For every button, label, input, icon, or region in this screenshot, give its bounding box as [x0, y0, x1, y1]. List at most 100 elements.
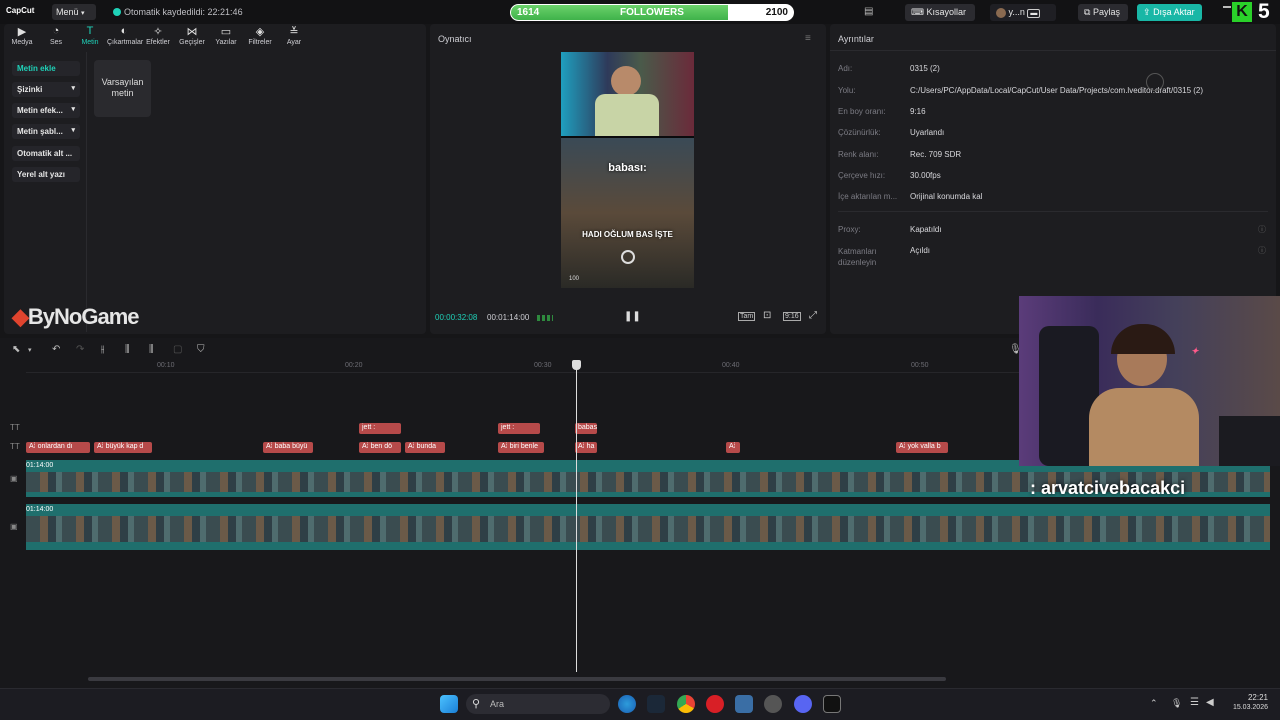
playhead[interactable]	[576, 364, 577, 672]
video-track-2[interactable]: 01:14:00	[26, 504, 1270, 550]
detail-value-framerate: 30.00fps	[910, 171, 941, 180]
chevron-down-icon[interactable]: ▾	[28, 346, 32, 354]
split-icon[interactable]: ⫲	[101, 344, 104, 355]
sidebar-item-auto-captions[interactable]: Otomatik alt ...	[12, 146, 80, 161]
player-menu-icon[interactable]: ≡	[805, 33, 811, 44]
delete-icon[interactable]: ▢	[173, 344, 182, 355]
chrome-icon[interactable]	[677, 695, 695, 713]
app-logo: CapCut	[6, 6, 35, 15]
caption-clip-label: ben dö	[370, 443, 392, 450]
detail-value-colorspace: Rec. 709 SDR	[910, 150, 962, 159]
microphone-icon[interactable]: 🎙	[1171, 698, 1182, 709]
tab-captions[interactable]: ▭ Yazılar	[209, 25, 243, 46]
sidebar-item-text-templates[interactable]: Metin şabl... ▾	[12, 124, 80, 139]
detail-value-proxy[interactable]: Kapatıldı	[910, 225, 942, 234]
clock-time[interactable]: 22:21	[1236, 693, 1268, 702]
select-tool-icon[interactable]: ⬉	[12, 344, 20, 355]
sidebar-item-mine[interactable]: Şizinki ▾	[12, 82, 80, 97]
caption-clip[interactable]: jett :	[359, 423, 401, 434]
caption-clip[interactable]: A⁞ ben dö	[359, 442, 401, 453]
detail-value-layers[interactable]: Açıldı	[910, 246, 930, 255]
expand-icon[interactable]: ⤢	[809, 310, 817, 321]
shield-icon[interactable]: ⛉	[197, 344, 205, 355]
layout-icon[interactable]: ▤	[864, 6, 873, 17]
menu-button[interactable]: Menü ▾	[52, 4, 96, 20]
tab-sticker[interactable]: ◐ Çıkartmalar	[107, 25, 144, 46]
caption-clip-label: baba büyü	[274, 443, 308, 450]
total-time: 00:01:14:00	[487, 313, 530, 322]
caption-clip[interactable]: jett :	[498, 423, 540, 434]
shortcuts-button[interactable]: ⌨ Kısayollar	[905, 4, 975, 21]
keyboard-icon: ⌨	[911, 7, 924, 17]
sidebar-item-text-add[interactable]: Metin ekle	[12, 61, 80, 76]
speaker-icon[interactable]: ◀	[1206, 697, 1214, 708]
tab-media[interactable]: ▶ Medya	[5, 25, 39, 46]
obs-icon[interactable]	[764, 695, 782, 713]
info-icon[interactable]: ⓘ	[1258, 224, 1266, 235]
tab-label: Medya	[11, 39, 33, 46]
app-icon[interactable]	[735, 695, 753, 713]
caption-clip[interactable]: A⁞ büyük kap d	[94, 442, 152, 453]
detail-value-aspect: 9:16	[910, 107, 926, 116]
sidebar-item-label: Yerel alt yazı	[17, 170, 66, 179]
ruler-tick: 00:10	[157, 362, 175, 369]
caption-clip[interactable]: A⁞ ha	[575, 442, 597, 453]
corner-number: 5	[1258, 0, 1270, 23]
caption-clip[interactable]: A⁞ onlardan dı	[26, 442, 90, 453]
split-right-icon[interactable]: ⫼	[149, 344, 154, 355]
playhead-handle-icon[interactable]	[572, 360, 581, 370]
sidebar-item-text-effects[interactable]: Metin efek... ▾	[12, 103, 80, 118]
pause-icon[interactable]: ❚❚	[624, 311, 641, 322]
capcut-icon[interactable]	[823, 695, 841, 713]
tab-label: Çıkartmalar	[107, 39, 144, 46]
export-label: Dışa Aktar	[1153, 7, 1195, 17]
fullscreen-label-button[interactable]: Tam	[738, 312, 756, 321]
tab-filters[interactable]: ◈ Filtreler	[243, 25, 277, 46]
sidebar-item-local-captions[interactable]: Yerel alt yazı	[12, 167, 80, 182]
tab-adjust[interactable]: ≚ Ayar	[277, 25, 311, 46]
steam-icon[interactable]	[647, 695, 665, 713]
discord-icon[interactable]	[794, 695, 812, 713]
user-account-button[interactable]: y...n ▬	[990, 4, 1056, 21]
edge-browser-icon[interactable]	[618, 695, 636, 713]
caption-clip[interactable]: A⁞ bunda	[405, 442, 445, 453]
loading-spinner-icon	[1146, 73, 1164, 91]
caption-clip[interactable]: A⁞	[726, 442, 740, 453]
info-icon[interactable]: ⓘ	[1258, 245, 1266, 256]
crosshair-icon	[621, 250, 635, 264]
caption-clip[interactable]: A⁞ biri benle	[498, 442, 544, 453]
screenshot-icon[interactable]: ⊡	[763, 310, 771, 321]
tab-transitions[interactable]: ⋈ Geçişler	[175, 25, 209, 46]
taskbar-search[interactable]: ⚲ Ara	[466, 694, 610, 714]
minimize-icon[interactable]	[1223, 6, 1231, 8]
undo-icon[interactable]: ↶	[52, 344, 60, 355]
panel-divider	[86, 52, 87, 332]
sticker-icon: ◐	[120, 25, 128, 37]
wifi-icon[interactable]: ☰	[1190, 697, 1199, 708]
streamer-shirt	[595, 94, 659, 136]
tab-text[interactable]: T Metin	[73, 25, 107, 46]
opera-icon[interactable]	[706, 695, 724, 713]
tab-audio[interactable]: ◔ Ses	[39, 25, 73, 46]
timeline-scrollbar[interactable]	[88, 677, 946, 681]
ratio-button[interactable]: 9:16	[783, 312, 801, 321]
export-button[interactable]: ⇪ Dışa Aktar	[1137, 4, 1202, 21]
video-preview[interactable]: babası: HADI OĞLUM BAS İŞTE 100	[561, 52, 694, 288]
share-button[interactable]: ⧉ Paylaş	[1078, 4, 1128, 21]
split-left-icon[interactable]: ⫼	[125, 344, 130, 355]
chat-overlay-caption: : arvatcivebacakci	[1030, 478, 1186, 498]
caption-clip[interactable]: A⁞ baba büyü	[263, 442, 313, 453]
caption-clip[interactable]: A⁞ yok valla b	[896, 442, 948, 453]
background-object	[1219, 416, 1280, 466]
redo-icon[interactable]: ↷	[76, 344, 84, 355]
default-text-tile[interactable]: Varsayılan metin	[94, 60, 151, 117]
caption-clip-label: büyük kap d	[105, 443, 144, 450]
filters-icon: ◈	[255, 26, 265, 38]
detail-label-path: Yolu:	[838, 86, 856, 95]
clock-date[interactable]: 15.03.2026	[1228, 704, 1268, 711]
caption-clip[interactable]: babası	[575, 423, 597, 434]
tab-effects[interactable]: ✧ Efektler	[141, 25, 175, 46]
chevron-up-icon[interactable]: ⌃	[1150, 698, 1158, 709]
windows-start-icon[interactable]	[440, 695, 458, 713]
text-clip-icon: A⁞	[408, 443, 415, 450]
